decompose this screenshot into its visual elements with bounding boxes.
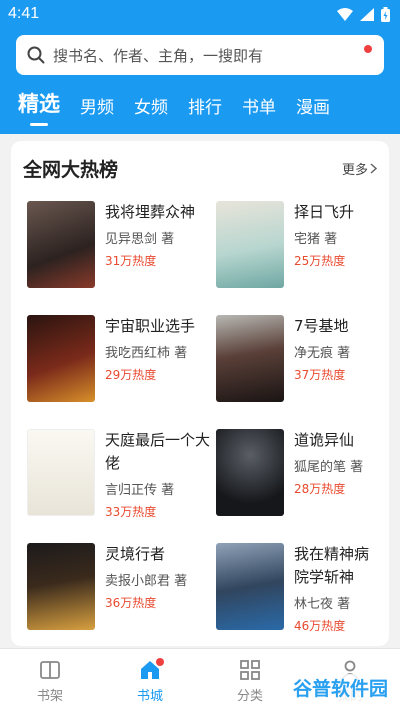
more-link[interactable]: 更多	[342, 159, 377, 178]
tab-booklist[interactable]: 书单	[242, 93, 276, 128]
status-icons	[337, 6, 390, 22]
book-cover	[27, 543, 95, 630]
book-author: 狐尾的笔 著	[294, 460, 364, 475]
book-heat: 33万热度	[105, 505, 157, 519]
category-icon	[240, 660, 260, 680]
book-heat: 46万热度	[294, 619, 346, 633]
book-heat: 25万热度	[294, 254, 346, 268]
signal-icon	[360, 7, 374, 21]
nav-label: 书架	[36, 689, 63, 704]
book-title: 我在精神病院学斩神	[294, 545, 370, 586]
book-item[interactable]: 灵境行者卖报小郎君 著 36万热度	[27, 543, 216, 630]
nav-label: 书城	[136, 689, 163, 704]
nav-badge	[156, 658, 164, 666]
book-author: 净无痕 著	[294, 346, 351, 361]
book-item[interactable]: 我在精神病院学斩神林七夜 著 46万热度	[216, 543, 381, 633]
book-item[interactable]: 天庭最后一个大佬言归正传 著 33万热度	[27, 429, 216, 519]
nav-category[interactable]: 分类	[200, 649, 300, 711]
more-label: 更多	[341, 163, 368, 178]
book-title: 灵境行者	[105, 545, 166, 563]
header: 4:41 搜书名、作者、主角，一搜即有 精选 男频 女频 排行 书单 漫画	[0, 0, 400, 134]
book-cover	[27, 315, 95, 402]
book-title: 宇宙职业选手	[105, 317, 196, 335]
hot-list-card: 全网大热榜 更多 我将埋葬众神 见异思剑 著 31万热度 择日飞升宅猪 著 25万热度…	[11, 141, 389, 646]
book-title: 7号基地	[294, 317, 349, 335]
search-bar[interactable]: 搜书名、作者、主角，一搜即有	[16, 35, 384, 75]
search-placeholder: 搜书名、作者、主角，一搜即有	[53, 46, 264, 65]
book-item[interactable]: 道诡异仙狐尾的笔 著 28万热度	[216, 429, 381, 516]
book-grid: 我将埋葬众神 见异思剑 著 31万热度 择日飞升宅猪 著 25万热度 宇宙职业选手 我吃…	[27, 201, 381, 633]
book-heat: 28万热度	[294, 482, 346, 496]
book-author: 我吃西红柿 著	[105, 346, 188, 361]
book-item[interactable]: 我将埋葬众神 见异思剑 著 31万热度	[27, 201, 216, 288]
book-heat: 31万热度	[105, 254, 157, 268]
book-item[interactable]: 7号基地净无痕 著 37万热度	[216, 315, 381, 402]
tab-ranking[interactable]: 排行	[188, 93, 222, 128]
book-cover	[27, 201, 95, 288]
book-cover	[27, 429, 95, 516]
status-bar: 4:41	[0, 0, 400, 28]
status-time: 4:41	[8, 5, 40, 22]
wifi-icon	[337, 7, 353, 21]
search-icon	[27, 46, 45, 64]
book-heat: 37万热度	[294, 368, 346, 382]
book-title: 天庭最后一个大佬	[105, 431, 211, 472]
nav-label: 分类	[236, 689, 263, 704]
book-cover	[216, 543, 284, 630]
tab-featured[interactable]: 精选	[18, 88, 60, 128]
bookshelf-icon	[40, 661, 60, 679]
book-author: 卖报小郎君 著	[105, 574, 188, 589]
battery-icon	[381, 6, 390, 22]
tab-female[interactable]: 女频	[134, 93, 168, 128]
chevron-right-icon	[370, 163, 377, 174]
book-title: 我将埋葬众神	[105, 203, 196, 221]
book-item[interactable]: 择日飞升宅猪 著 25万热度	[216, 201, 381, 288]
tab-comics[interactable]: 漫画	[296, 93, 330, 128]
book-cover	[216, 201, 284, 288]
nav-bookshelf[interactable]: 书架	[0, 649, 100, 711]
book-author: 言归正传 著	[105, 483, 175, 498]
book-title: 道诡异仙	[294, 431, 355, 449]
book-cover	[216, 315, 284, 402]
category-tabs: 精选 男频 女频 排行 书单 漫画	[18, 88, 350, 128]
tab-male[interactable]: 男频	[80, 93, 114, 128]
book-author: 林七夜 著	[294, 597, 351, 612]
book-heat: 29万热度	[105, 368, 157, 382]
section-title: 全网大热榜	[23, 159, 119, 181]
book-author: 见异思剑 著	[105, 232, 175, 247]
book-author: 宅猪 著	[294, 232, 338, 247]
book-heat: 36万热度	[105, 596, 157, 610]
book-cover	[216, 429, 284, 516]
book-title: 择日飞升	[294, 203, 355, 221]
notification-dot	[364, 45, 372, 53]
section-header: 全网大热榜 更多	[23, 155, 377, 182]
nav-store[interactable]: 书城	[100, 649, 200, 711]
book-item[interactable]: 宇宙职业选手 我吃西红柿 著 29万热度	[27, 315, 216, 402]
watermark: 谷普软件园	[290, 674, 390, 701]
